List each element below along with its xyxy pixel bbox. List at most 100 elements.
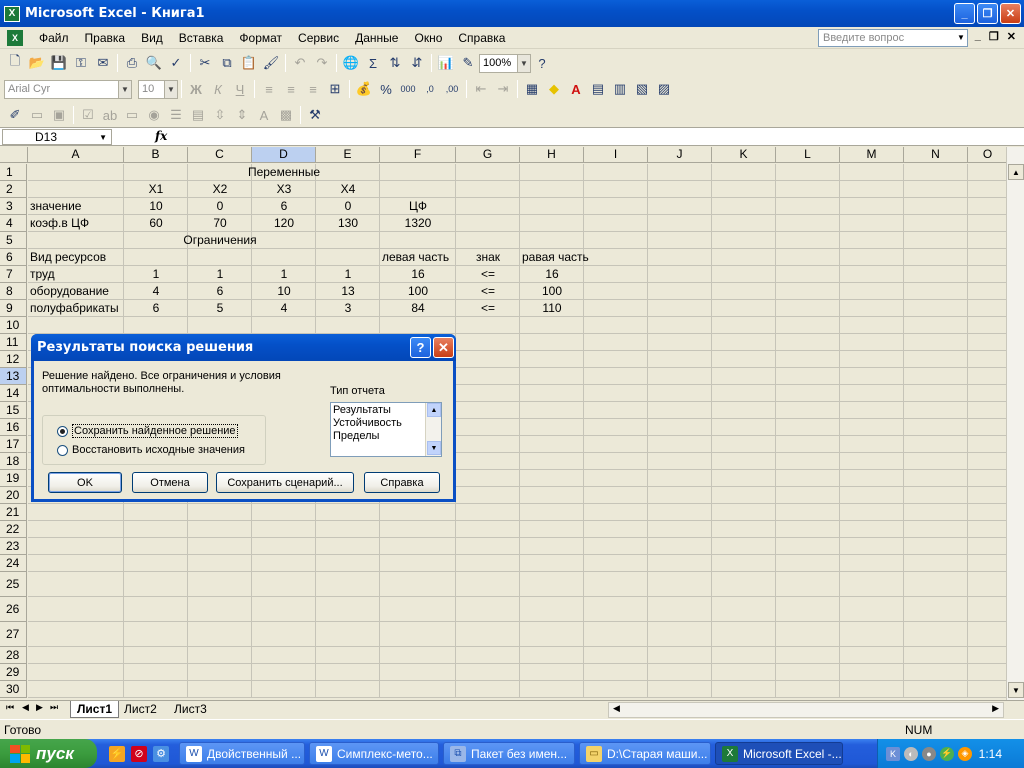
cell-A3[interactable]: значение — [28, 198, 83, 215]
row-header-13[interactable]: 13 — [0, 368, 27, 385]
cell-C9[interactable]: 5 — [188, 300, 252, 317]
save-icon[interactable]: 💾 — [48, 52, 70, 74]
zoom-dropdown-icon[interactable]: ▼ — [517, 54, 530, 72]
cell-C8[interactable]: 6 — [188, 283, 252, 300]
doc-restore-icon[interactable]: ❐ — [989, 30, 999, 43]
label-control-icon[interactable]: A — [253, 104, 275, 126]
cell-B2[interactable]: X1 — [124, 181, 188, 198]
list-control-icon[interactable]: ☰ — [165, 104, 187, 126]
col-header-E[interactable]: E — [316, 147, 380, 163]
menu-edit[interactable]: Правка — [77, 31, 134, 45]
report-list-scrollbar[interactable]: ▲ ▼ — [425, 403, 441, 456]
first-sheet-icon[interactable]: ⏮ — [6, 702, 14, 713]
tab-sheet1[interactable]: Лист1 — [70, 701, 120, 718]
cell-E3[interactable]: 0 — [316, 198, 380, 215]
align-left-icon[interactable]: ≡ — [258, 78, 280, 100]
cell-E4[interactable]: 130 — [316, 215, 380, 232]
cell-B4[interactable]: 60 — [124, 215, 188, 232]
cell-C2[interactable]: X2 — [188, 181, 252, 198]
hyperlink-icon[interactable]: 🌐 — [340, 52, 362, 74]
radio-keep-solution[interactable]: Сохранить найденное решение — [57, 424, 238, 438]
align-center-icon[interactable]: ≡ — [280, 78, 302, 100]
row-header-19[interactable]: 19 — [0, 470, 27, 487]
row-header-15[interactable]: 15 — [0, 402, 27, 419]
percent-icon[interactable]: % — [375, 78, 397, 100]
menu-window[interactable]: Окно — [406, 31, 450, 45]
cell-H8[interactable]: 100 — [520, 283, 584, 300]
cell-C4[interactable]: 70 — [188, 215, 252, 232]
tray-icon-1[interactable]: ◐ — [904, 746, 918, 761]
tray-icon-2[interactable]: ● — [922, 746, 936, 761]
row-header-7[interactable]: 7 — [0, 266, 27, 283]
cell-C1[interactable]: Переменные — [220, 164, 348, 181]
cut-icon[interactable]: ✂ — [194, 52, 216, 74]
cell-F7[interactable]: 16 — [380, 266, 456, 283]
new-icon[interactable]: 🗋 — [4, 52, 26, 74]
font-name-select[interactable]: Arial Cyr ▼ — [4, 79, 132, 99]
email-icon[interactable]: ✉ — [92, 52, 114, 74]
cell-C7[interactable]: 1 — [188, 266, 252, 283]
scroll-control-icon[interactable]: ⇳ — [209, 104, 231, 126]
col-header-M[interactable]: M — [840, 147, 904, 163]
cell-A6[interactable]: Вид ресурсов — [28, 249, 108, 266]
row-header-3[interactable]: 3 — [0, 198, 27, 215]
select-all-corner[interactable] — [0, 147, 28, 163]
help-button[interactable]: Справка — [364, 472, 440, 493]
menu-insert[interactable]: Вставка — [171, 31, 232, 45]
cell-A8[interactable]: оборудование — [28, 283, 111, 300]
name-box[interactable]: D13 ▼ — [2, 129, 112, 145]
col-header-C[interactable]: C — [188, 147, 252, 163]
sort-desc-icon[interactable]: ⇵ — [406, 52, 428, 74]
row-header-8[interactable]: 8 — [0, 283, 27, 300]
help-icon[interactable]: ? — [531, 52, 553, 74]
currency-icon[interactable]: 💰 — [353, 78, 375, 100]
scroll-left-icon[interactable]: ◀ — [613, 703, 620, 714]
cell-B7[interactable]: 1 — [124, 266, 188, 283]
tray-icon-4[interactable]: ◈ — [958, 746, 972, 761]
cell-H9[interactable]: 110 — [520, 300, 584, 317]
row-header-10[interactable]: 10 — [0, 317, 27, 334]
restore-button[interactable]: ❐ — [977, 3, 998, 24]
row-header-20[interactable]: 20 — [0, 487, 27, 504]
task-folder[interactable]: ▭ D:\Старая маши... — [579, 742, 711, 765]
menu-view[interactable]: Вид — [133, 31, 171, 45]
scroll-down-icon[interactable]: ▼ — [1008, 682, 1024, 698]
row-header-27[interactable]: 27 — [0, 622, 27, 647]
cell-E9[interactable]: 3 — [316, 300, 380, 317]
cell-H7[interactable]: 16 — [520, 266, 584, 283]
menu-help[interactable]: Справка — [450, 31, 513, 45]
borders-icon[interactable]: ▦ — [521, 78, 543, 100]
row-header-29[interactable]: 29 — [0, 664, 27, 681]
tools-icon[interactable]: ⚒ — [304, 104, 326, 126]
col-header-B[interactable]: B — [124, 147, 188, 163]
checkbox-control-icon[interactable]: ☑ — [77, 104, 99, 126]
quicklaunch-icon-1[interactable]: ⚡ — [109, 745, 125, 762]
cell-B3[interactable]: 10 — [124, 198, 188, 215]
task-package[interactable]: ⧉ Пакет без имен... — [443, 742, 575, 765]
col-header-J[interactable]: J — [648, 147, 712, 163]
cell-E7[interactable]: 1 — [316, 266, 380, 283]
report-type-list[interactable]: Результаты Устойчивость Пределы ▲ ▼ — [330, 402, 442, 457]
cell-G9[interactable]: <= — [456, 300, 520, 317]
cell-G7[interactable]: <= — [456, 266, 520, 283]
row-header-22[interactable]: 22 — [0, 521, 27, 538]
paste-icon[interactable]: 📋 — [238, 52, 260, 74]
font-name-dropdown-icon[interactable]: ▼ — [118, 80, 131, 98]
format-icon-3[interactable]: ▧ — [631, 78, 653, 100]
row-header-6[interactable]: 6 — [0, 249, 27, 266]
col-header-K[interactable]: K — [712, 147, 776, 163]
cell-D9[interactable]: 4 — [252, 300, 316, 317]
increase-decimal-icon[interactable]: ,0 — [419, 78, 441, 100]
print-icon[interactable]: ⎙ — [121, 52, 143, 74]
format-icon-2[interactable]: ▥ — [609, 78, 631, 100]
combo-control-icon[interactable]: ▤ — [187, 104, 209, 126]
prev-sheet-icon[interactable]: ◀ — [22, 702, 29, 713]
underline-icon[interactable]: Ч — [229, 78, 251, 100]
col-header-D[interactable]: D — [252, 147, 316, 163]
scroll-right-icon[interactable]: ▶ — [992, 703, 999, 714]
row-header-2[interactable]: 2 — [0, 181, 27, 198]
copy-icon[interactable]: ⧉ — [216, 52, 238, 74]
doc-minimize-icon[interactable]: _ — [975, 30, 981, 43]
quicklaunch-icon-3[interactable]: ⚙ — [153, 745, 169, 762]
format-painter-icon[interactable]: 🖌 — [260, 52, 282, 74]
